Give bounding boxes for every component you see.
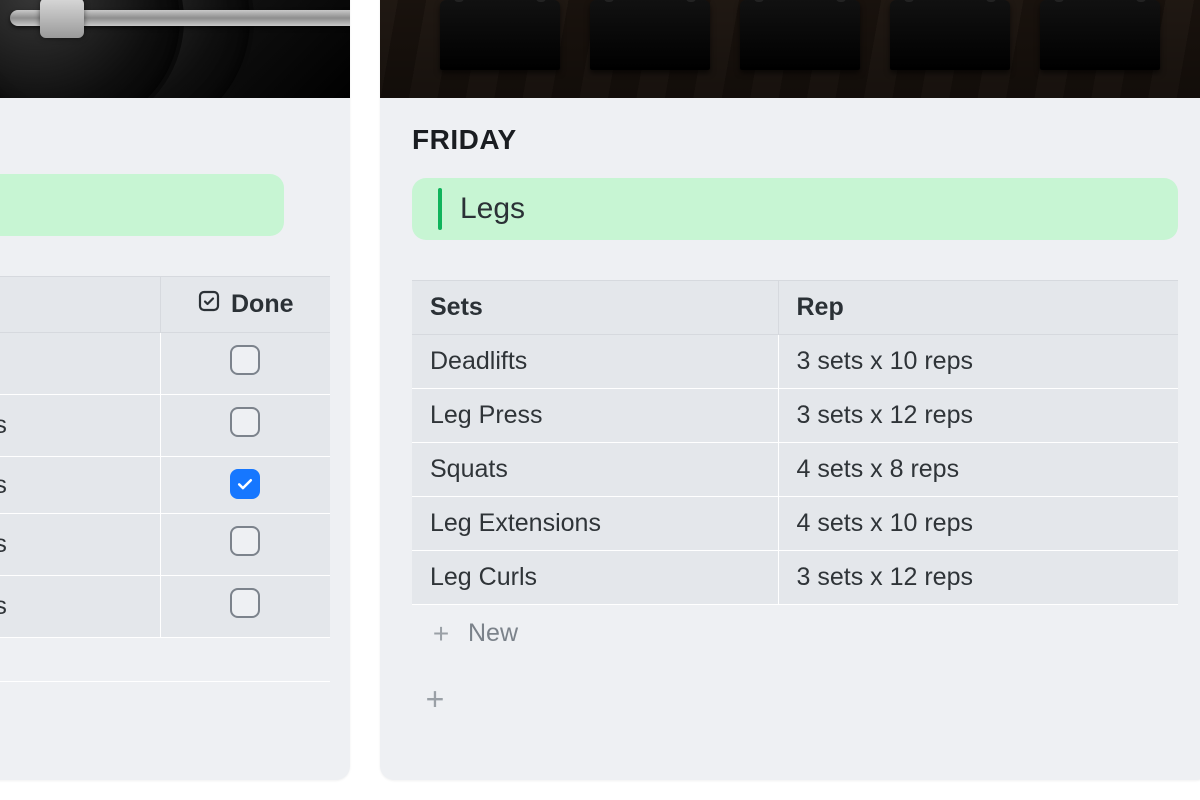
cell-done[interactable]	[160, 395, 330, 457]
table-blank-divider	[0, 681, 330, 725]
col-done[interactable]: Done	[160, 277, 330, 333]
done-checkbox[interactable]	[230, 407, 260, 437]
treadmill-icon	[590, 0, 710, 70]
cell-done[interactable]	[160, 576, 330, 638]
table-row[interactable]: Deadlifts3 sets x 10 reps	[412, 335, 1178, 389]
table-row[interactable]: Leg Press3 sets x 12 reps	[412, 389, 1178, 443]
exercise-table: p Done	[0, 276, 330, 637]
add-row-label: New	[468, 619, 518, 648]
cell-done[interactable]	[160, 514, 330, 576]
text-caret-icon	[438, 188, 442, 230]
table-row[interactable]: x 8 reps	[0, 333, 330, 395]
table-blank-divider	[0, 637, 330, 681]
cell-done[interactable]	[160, 457, 330, 514]
plus-icon: +	[426, 681, 445, 718]
treadmill-icon	[440, 0, 560, 70]
done-checkbox[interactable]	[230, 469, 260, 499]
treadmill-icon	[740, 0, 860, 70]
treadmill-icon	[1040, 0, 1160, 70]
col-rep-fragment[interactable]: p	[0, 277, 160, 333]
done-checkbox[interactable]	[230, 526, 260, 556]
workout-card-prev: p Done	[0, 0, 350, 780]
exercise-table: Sets Rep Deadlifts3 sets x 10 repsLeg Pr…	[412, 280, 1178, 604]
add-row-button[interactable]: + New	[412, 604, 1178, 662]
cell-rep[interactable]: 4 sets x 10 reps	[778, 497, 1178, 551]
cell-exercise-name[interactable]: Leg Press	[412, 389, 778, 443]
cell-exercise-name[interactable]: Leg Curls	[412, 551, 778, 605]
table-row[interactable]: Leg Curls3 sets x 12 reps	[412, 551, 1178, 605]
cell-rep[interactable]: 3 sets x 10 reps	[778, 335, 1178, 389]
cell-exercise-name[interactable]: Deadlifts	[412, 335, 778, 389]
done-checkbox[interactable]	[230, 588, 260, 618]
col-rep[interactable]: Rep	[778, 281, 1178, 335]
cell-rep[interactable]: 3 sets x 12 reps	[778, 389, 1178, 443]
workspace-canvas: p Done	[0, 0, 1200, 800]
col-sets[interactable]: Sets	[412, 281, 778, 335]
barbell-collar-icon	[40, 0, 84, 38]
col-done-label: Done	[231, 290, 294, 319]
treadmill-icon	[890, 0, 1010, 70]
cell-exercise-name[interactable]: Squats	[412, 443, 778, 497]
cell-done[interactable]	[160, 333, 330, 395]
cell-rep[interactable]: 4 sets x 8 reps	[778, 443, 1178, 497]
plus-icon: +	[430, 623, 452, 645]
table-row[interactable]: x 12 reps	[0, 457, 330, 514]
cell-rep-fragment[interactable]: x 10 reps	[0, 514, 160, 576]
table-row[interactable]: x 10 reps	[0, 514, 330, 576]
cell-rep-fragment[interactable]: x 8 reps	[0, 333, 160, 395]
cell-exercise-name[interactable]: Leg Extensions	[412, 497, 778, 551]
workout-card-friday: FUNCTIONAL FRIDAY Legs Sets Rep Deadlift…	[380, 0, 1200, 780]
cover-image-barbell	[0, 0, 350, 98]
done-header-icon	[197, 289, 221, 320]
focus-chip[interactable]	[0, 174, 284, 236]
focus-chip[interactable]: Legs	[412, 178, 1178, 240]
cell-rep-fragment[interactable]: x 10 reps	[0, 395, 160, 457]
day-title: FRIDAY	[412, 124, 1178, 156]
cell-rep-fragment[interactable]: x 12 reps	[0, 457, 160, 514]
cell-rep-fragment[interactable]: x 12 reps	[0, 576, 160, 638]
table-row[interactable]: Leg Extensions4 sets x 10 reps	[412, 497, 1178, 551]
table-row[interactable]: x 12 reps	[0, 576, 330, 638]
cover-image-gym: FUNCTIONAL	[380, 0, 1200, 98]
table-row[interactable]: Squats4 sets x 8 reps	[412, 443, 1178, 497]
focus-chip-text: Legs	[460, 192, 525, 226]
add-block-button[interactable]: +	[416, 680, 454, 718]
cell-rep[interactable]: 3 sets x 12 reps	[778, 551, 1178, 605]
table-row[interactable]: x 10 reps	[0, 395, 330, 457]
done-checkbox[interactable]	[230, 345, 260, 375]
